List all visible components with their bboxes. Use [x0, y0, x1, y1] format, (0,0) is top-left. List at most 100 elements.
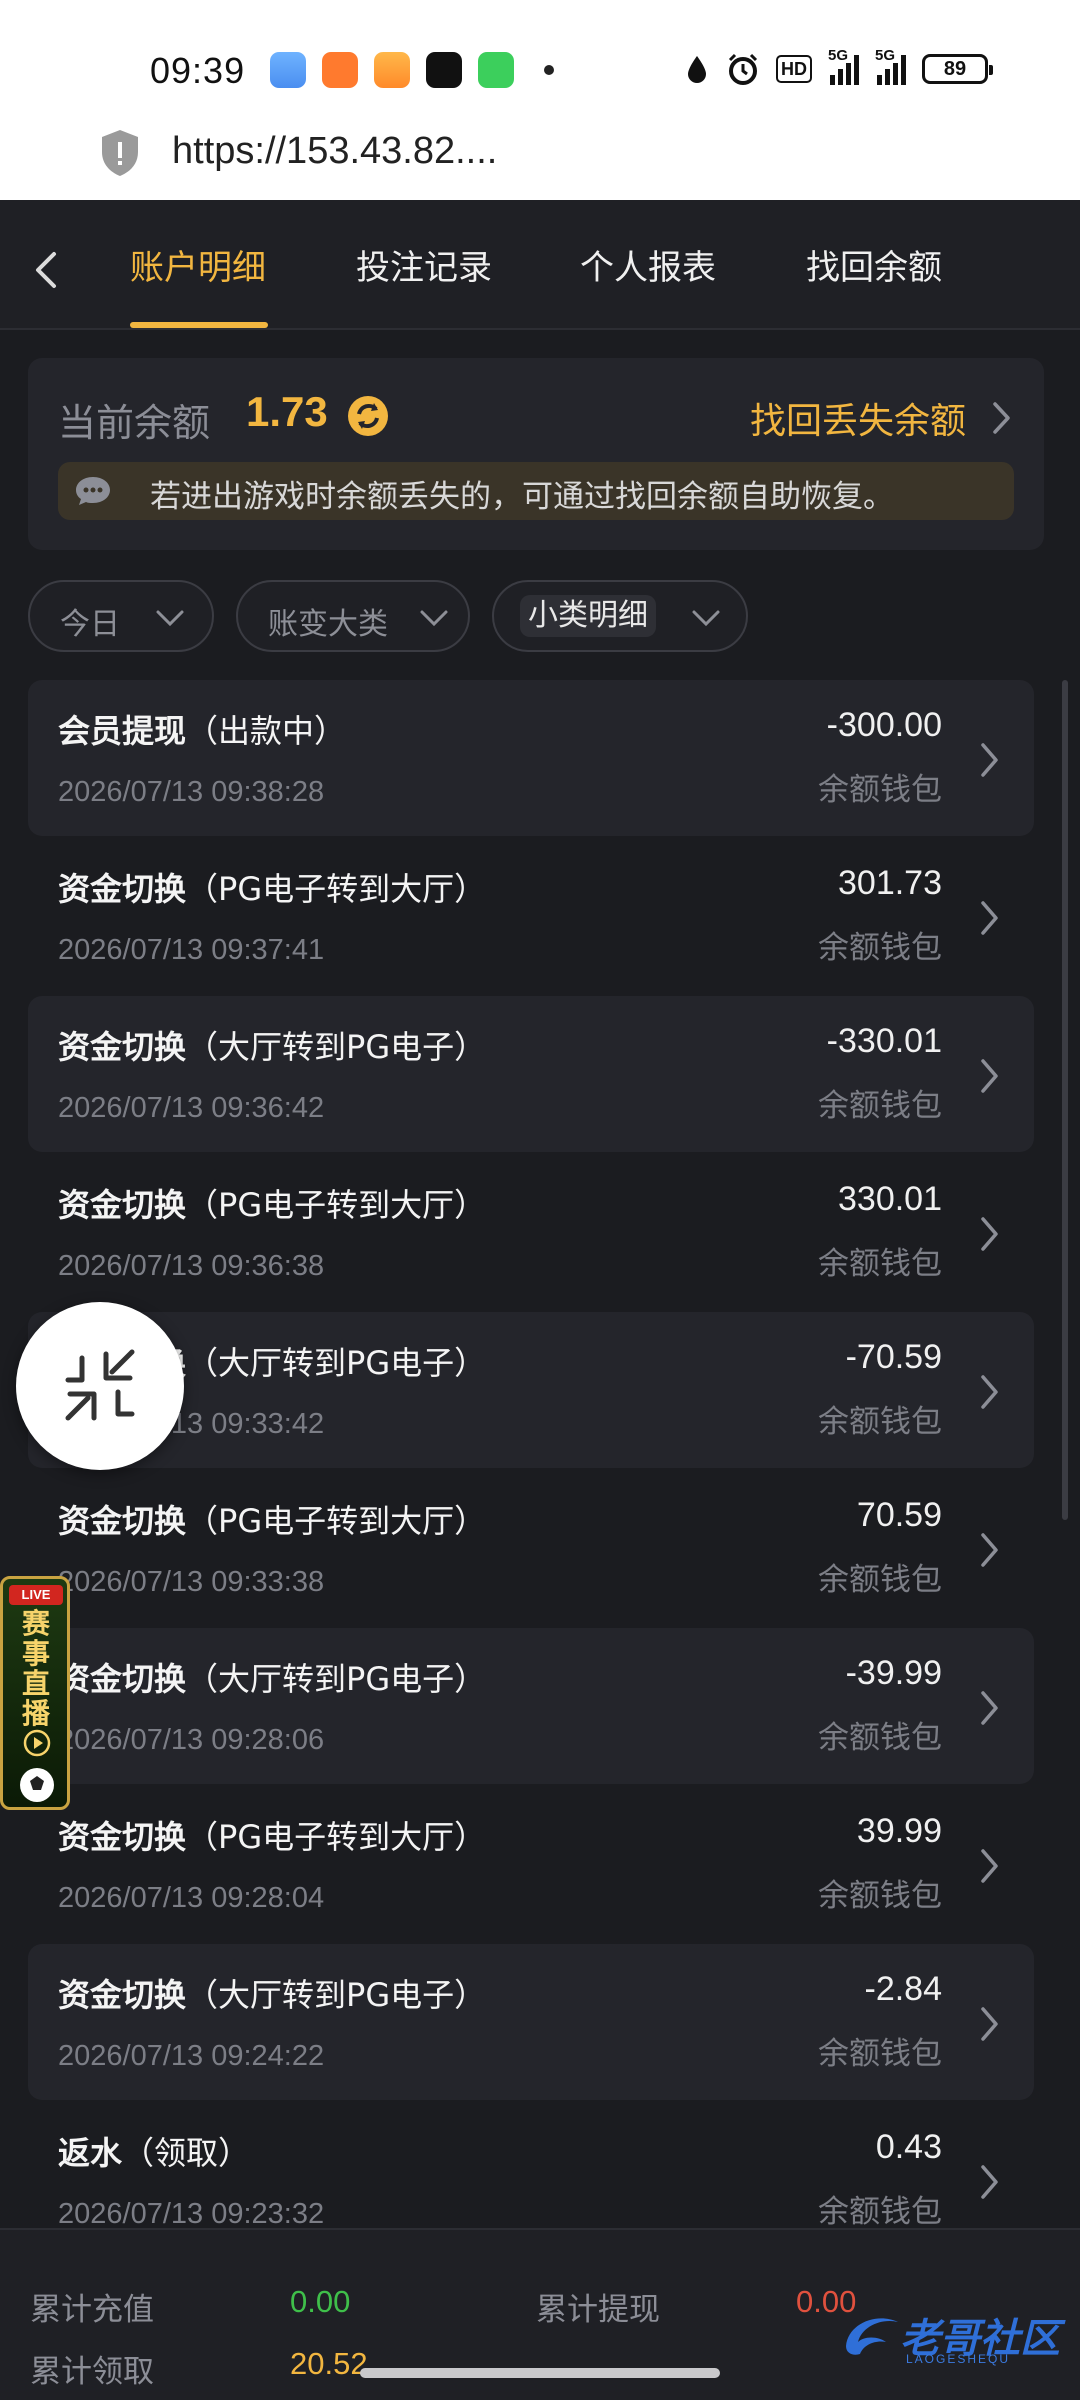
live-match-banner[interactable]: LIVE 赛事直播 — [0, 1576, 70, 1810]
recover-lost-balance-link[interactable]: 找回丢失余额 — [750, 392, 966, 444]
signal-label: 5G — [828, 47, 849, 64]
total-deposit-label: 累计充值 — [30, 2292, 154, 2328]
transaction-detail: （领取） — [122, 2134, 251, 2172]
transaction-amount: 70.59 — [856, 1496, 942, 1534]
transaction-date: 2026/07/13 09:28:04 — [58, 1882, 325, 1914]
chevron-right-icon[interactable] — [974, 1210, 1004, 1258]
chevron-right-icon[interactable] — [974, 736, 1004, 784]
transaction-detail: （大厅转到PG电子） — [186, 1976, 487, 2014]
chevron-right-icon[interactable] — [974, 1368, 1004, 1416]
total-claimed-value: 20.52 — [290, 2346, 368, 2381]
transaction-row[interactable]: 返水（领取） 2026/07/13 09:23:32 0.43 余额钱包 — [28, 2102, 1034, 2230]
tab-personal-report[interactable]: 个人报表 — [580, 240, 716, 330]
chevron-right-icon[interactable] — [974, 1052, 1004, 1100]
transaction-row[interactable]: 资金切换（PG电子转到大厅） 2026/07/13 09:28:04 39.99 余额… — [28, 1786, 1034, 1942]
chevron-down-icon — [156, 610, 184, 627]
chat-bubble-icon — [76, 477, 110, 505]
tab-account-detail[interactable]: 账户明细 — [130, 240, 266, 330]
dragon-logo-icon — [846, 2318, 898, 2355]
chevron-right-icon[interactable] — [974, 1526, 1004, 1574]
transaction-date: 2026/07/13 09:24:22 — [58, 2040, 325, 2072]
balance-card: 当前余额 1.73 找回丢失余额 若进出游戏时余额丢失的，可通过找回余额自助恢复… — [28, 358, 1044, 550]
transaction-wallet: 余额钱包 — [818, 1720, 942, 1756]
chevron-right-icon[interactable] — [974, 2158, 1004, 2206]
filter-date-dropdown[interactable]: 今日 — [28, 580, 214, 652]
filter-category-label: 账变大类 — [268, 607, 388, 642]
back-arrow-icon[interactable] — [22, 240, 72, 300]
transaction-wallet: 余额钱包 — [818, 1088, 942, 1124]
watermark-logo: 老哥社区 LAOGESHEQU — [836, 2300, 1066, 2370]
transaction-row[interactable]: 会员提现（出款中） 2026/07/13 09:38:28 -300.00 余额钱包 — [28, 680, 1034, 836]
transaction-row[interactable]: 资金切换（PG电子转到大厅） 2026/07/13 09:33:38 70.59 余额… — [28, 1470, 1034, 1626]
play-icon — [23, 1729, 51, 1757]
transaction-date: 2026/07/13 09:37:41 — [58, 934, 325, 966]
transaction-date: 2026/07/13 09:23:32 — [58, 2198, 325, 2230]
floating-compress-button[interactable] — [16, 1302, 184, 1470]
tab-bet-records[interactable]: 投注记录 — [356, 240, 492, 330]
home-indicator[interactable] — [360, 2368, 720, 2378]
transaction-title: 资金切换（大厅转到PG电子） — [58, 1970, 486, 2016]
active-tab-indicator — [130, 322, 268, 328]
video-app-icon — [374, 52, 410, 88]
tab-recover-balance[interactable]: 找回余额 — [806, 240, 942, 330]
transaction-row[interactable]: 资金切换（大厅转到PG电子） 2026/07/13 09:28:06 -39.99 余… — [28, 1628, 1034, 1784]
chevron-down-icon — [420, 610, 448, 627]
transaction-wallet: 余额钱包 — [818, 1562, 942, 1598]
scrollbar[interactable] — [1062, 680, 1068, 1520]
filter-subcategory-label: 小类明细 — [520, 595, 656, 637]
total-withdraw-label: 累计提现 — [536, 2292, 660, 2328]
transaction-title: 资金切换（PG电子转到大厅） — [58, 1812, 486, 1858]
transaction-date: 2026/07/13 09:36:38 — [58, 1250, 325, 1282]
transaction-title: 返水（领取） — [58, 2128, 250, 2174]
phone-app-icon — [478, 52, 514, 88]
transaction-title: 资金切换（大厅转到PG电子） — [58, 1654, 486, 1700]
chevron-right-icon[interactable] — [986, 396, 1016, 440]
transaction-detail: （大厅转到PG电子） — [186, 1660, 487, 1698]
transaction-date: 2026/07/13 09:38:28 — [58, 776, 325, 808]
notification-dot-icon — [544, 65, 554, 75]
browser-url-bar[interactable]: https://153.43.82.... — [0, 120, 1080, 200]
transaction-title: 资金切换（PG电子转到大厅） — [58, 1496, 486, 1542]
orange-app-icon — [322, 52, 358, 88]
transaction-type: 资金切换 — [58, 1186, 187, 1224]
chevron-right-icon[interactable] — [974, 1842, 1004, 1890]
transaction-detail: （PG电子转到大厅） — [186, 1502, 487, 1540]
transaction-row[interactable]: 资金切换（PG电子转到大厅） 2026/07/13 09:36:38 330.01 余… — [28, 1154, 1034, 1310]
transaction-title: 资金切换（PG电子转到大厅） — [58, 864, 486, 910]
transaction-wallet: 余额钱包 — [818, 2036, 942, 2072]
live-tag: LIVE — [9, 1585, 63, 1605]
chevron-down-icon — [692, 610, 720, 627]
transaction-wallet: 余额钱包 — [818, 2194, 942, 2230]
filter-category-dropdown[interactable]: 账变大类 — [236, 580, 470, 652]
transaction-amount: -300.00 — [826, 706, 942, 744]
signal-icon: 5G — [875, 47, 906, 85]
url-text[interactable]: https://153.43.82.... — [172, 130, 497, 173]
tab-header: 账户明细 投注记录 个人报表 找回余额 — [0, 200, 1080, 330]
soccer-ball-icon — [20, 1768, 54, 1802]
transaction-row[interactable]: 资金切换（PG电子转到大厅） 2026/07/13 09:37:41 301.73 余… — [28, 838, 1034, 994]
notice-text: 若进出游戏时余额丢失的，可通过找回余额自助恢复。 — [150, 479, 894, 515]
shield-icon[interactable] — [98, 128, 142, 178]
battery-level: 89 — [943, 57, 967, 80]
transaction-date: 2026/07/13 09:33:38 — [58, 1566, 325, 1598]
transaction-detail: （PG电子转到大厅） — [186, 870, 487, 908]
chevron-right-icon[interactable] — [974, 894, 1004, 942]
transaction-row[interactable]: 资金切换（大厅转到PG电子） 2026/07/13 09:36:42 -330.01… — [28, 996, 1034, 1152]
transaction-amount: 301.73 — [838, 864, 942, 902]
transaction-row[interactable]: 资金切换（大厅转到PG电子） 2026/07/13 09:24:22 -2.84 余额… — [28, 1944, 1034, 2100]
alarm-icon — [728, 53, 758, 85]
drop-icon — [688, 56, 706, 83]
transaction-amount: 39.99 — [856, 1812, 942, 1850]
transaction-wallet: 余额钱包 — [818, 1246, 942, 1282]
transaction-amount: -2.84 — [864, 1970, 943, 2008]
transaction-date: 2026/07/13 09:36:42 — [58, 1092, 325, 1124]
transaction-wallet: 余额钱包 — [818, 772, 942, 808]
transaction-date: 2026/07/13 09:28:06 — [58, 1724, 325, 1756]
chevron-right-icon[interactable] — [974, 2000, 1004, 2048]
filter-subcategory-dropdown[interactable]: 小类明细 — [492, 580, 748, 652]
battery-icon: 89 — [922, 54, 993, 84]
refresh-icon[interactable] — [344, 392, 392, 440]
transaction-detail: （大厅转到PG电子） — [186, 1344, 487, 1382]
transaction-wallet: 余额钱包 — [818, 930, 942, 966]
chevron-right-icon[interactable] — [974, 1684, 1004, 1732]
